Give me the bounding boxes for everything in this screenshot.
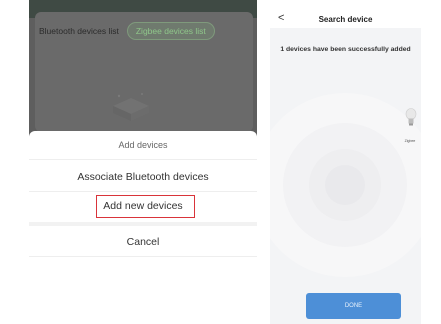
empty-state-illustration-icon <box>113 93 149 121</box>
page-title: Search device <box>318 15 373 24</box>
device-list-tabs: Bluetooth devices list Zigbee devices li… <box>39 22 215 40</box>
section-gap <box>29 222 257 226</box>
tab-bluetooth-devices[interactable]: Bluetooth devices list <box>39 23 119 39</box>
add-new-devices-button[interactable]: Add new devices <box>29 200 257 212</box>
associate-bluetooth-devices-button[interactable]: Associate Bluetooth devices <box>29 171 257 183</box>
done-button[interactable]: DONE <box>306 293 401 319</box>
device-label: Zigbee <box>404 139 416 143</box>
tab-zigbee-devices[interactable]: Zigbee devices list <box>126 22 215 40</box>
header: < Search device <box>270 0 421 28</box>
divider <box>29 191 257 192</box>
add-devices-screen: Bluetooth devices list Zigbee devices li… <box>29 0 257 324</box>
sheet-title: Add devices <box>118 140 168 150</box>
radar-scan-icon <box>270 93 421 277</box>
lightbulb-icon[interactable] <box>405 108 417 130</box>
divider <box>29 159 257 160</box>
divider <box>29 256 257 257</box>
search-device-screen: < Search device 1 devices have been succ… <box>270 0 421 324</box>
success-message: 1 devices have been successfully added <box>280 46 411 53</box>
cancel-button[interactable]: Cancel <box>29 236 257 248</box>
